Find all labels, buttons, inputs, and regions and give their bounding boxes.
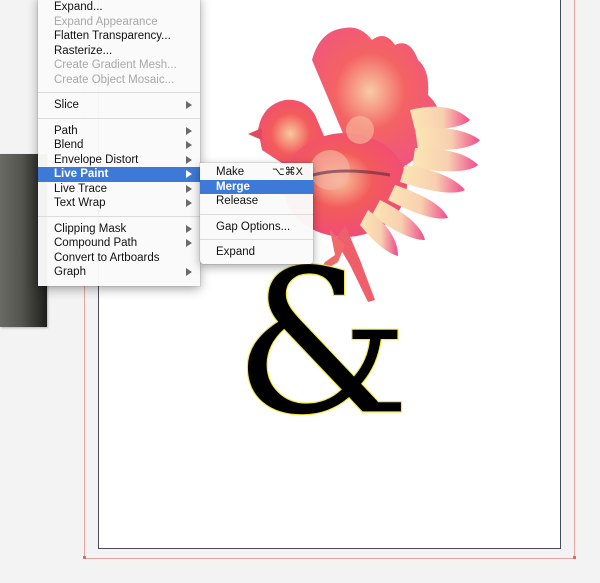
menu-label: Text Wrap xyxy=(54,197,106,209)
submenu-arrow-icon xyxy=(186,199,192,207)
menu-label: Expand xyxy=(216,246,256,258)
menu-item-text-wrap[interactable]: Text Wrap xyxy=(38,196,200,211)
menu-item-flatten-transparency[interactable]: Flatten Transparency... xyxy=(38,29,200,44)
submenu-arrow-icon xyxy=(186,126,192,135)
menu-label: Flatten Transparency... xyxy=(54,30,171,42)
menu-item-expand[interactable]: Expand... xyxy=(38,0,200,15)
menu-separator xyxy=(38,215,200,217)
menu-label: Graph xyxy=(54,266,86,278)
submenu-item-gap-options[interactable]: Gap Options... xyxy=(200,220,313,235)
menu-item-clipping-mask[interactable]: Clipping Mask xyxy=(38,222,200,237)
submenu-arrow-icon xyxy=(186,141,192,149)
menu-label: Compound Path xyxy=(54,237,138,249)
submenu-item-merge[interactable]: Merge xyxy=(200,179,313,194)
menu-item-live-trace[interactable]: Live Trace xyxy=(38,182,200,197)
submenu-item-release[interactable]: Release xyxy=(200,194,313,209)
submenu-arrow-icon xyxy=(186,184,192,193)
menu-item-convert-to-artboards[interactable]: Convert to Artboards xyxy=(38,251,200,266)
submenu-arrow-icon xyxy=(186,268,192,276)
menu-item-blend[interactable]: Blend xyxy=(38,138,200,153)
bleed-corner xyxy=(573,556,576,559)
menu-label: Path xyxy=(54,124,78,137)
menu-item-expand-appearance: Expand Appearance xyxy=(38,15,200,30)
menu-label: Clipping Mask xyxy=(54,222,127,235)
menu-item-envelope-distort[interactable]: Envelope Distort xyxy=(38,153,200,168)
menu-label: Gap Options... xyxy=(216,220,291,233)
submenu-arrow-icon xyxy=(186,155,192,164)
menu-label: Envelope Distort xyxy=(54,153,139,166)
menu-label: Expand... xyxy=(54,1,103,13)
menu-separator xyxy=(38,117,200,119)
menu-separator xyxy=(200,213,313,215)
submenu-item-expand[interactable]: Expand xyxy=(200,245,313,260)
submenu-arrow-icon xyxy=(186,101,192,109)
bleed-corner xyxy=(83,556,86,559)
menu-label: Release xyxy=(216,195,259,207)
menu-item-compound-path[interactable]: Compound Path xyxy=(38,236,200,251)
menu-label: Merge xyxy=(216,180,250,193)
menu-label: Slice xyxy=(54,99,79,111)
menu-item-graph[interactable]: Graph xyxy=(38,265,200,280)
menu-label: Create Object Mosaic... xyxy=(54,73,175,86)
menu-label: Blend xyxy=(54,139,84,151)
menu-item-live-paint[interactable]: Live Paint xyxy=(38,167,200,182)
menu-separator xyxy=(200,239,313,240)
live-paint-submenu: Make ⌥⌘X Merge Release Gap Options... Exp… xyxy=(200,163,313,264)
shortcut-label: ⌥⌘X xyxy=(271,166,303,178)
object-menu: Expand... Expand Appearance Flatten Tran… xyxy=(38,0,200,286)
menu-item-create-object-mosaic: Create Object Mosaic... xyxy=(38,73,200,88)
menu-label: Live Paint xyxy=(54,168,109,180)
submenu-arrow-icon xyxy=(186,239,192,247)
menu-label: Expand Appearance xyxy=(54,15,158,28)
menu-separator xyxy=(38,92,200,93)
submenu-item-make[interactable]: Make ⌥⌘X xyxy=(200,165,313,180)
menu-label: Make xyxy=(216,166,245,178)
submenu-arrow-icon xyxy=(186,224,192,233)
menu-label: Convert to Artboards xyxy=(54,251,160,264)
menu-item-path[interactable]: Path xyxy=(38,124,200,139)
menu-item-rasterize[interactable]: Rasterize... xyxy=(38,44,200,59)
menu-item-create-gradient-mesh: Create Gradient Mesh... xyxy=(38,58,200,73)
menu-label: Create Gradient Mesh... xyxy=(54,59,177,71)
submenu-arrow-icon xyxy=(186,170,192,178)
menu-label: Rasterize... xyxy=(54,44,113,57)
menu-label: Live Trace xyxy=(54,182,108,195)
menu-item-slice[interactable]: Slice xyxy=(38,98,200,113)
